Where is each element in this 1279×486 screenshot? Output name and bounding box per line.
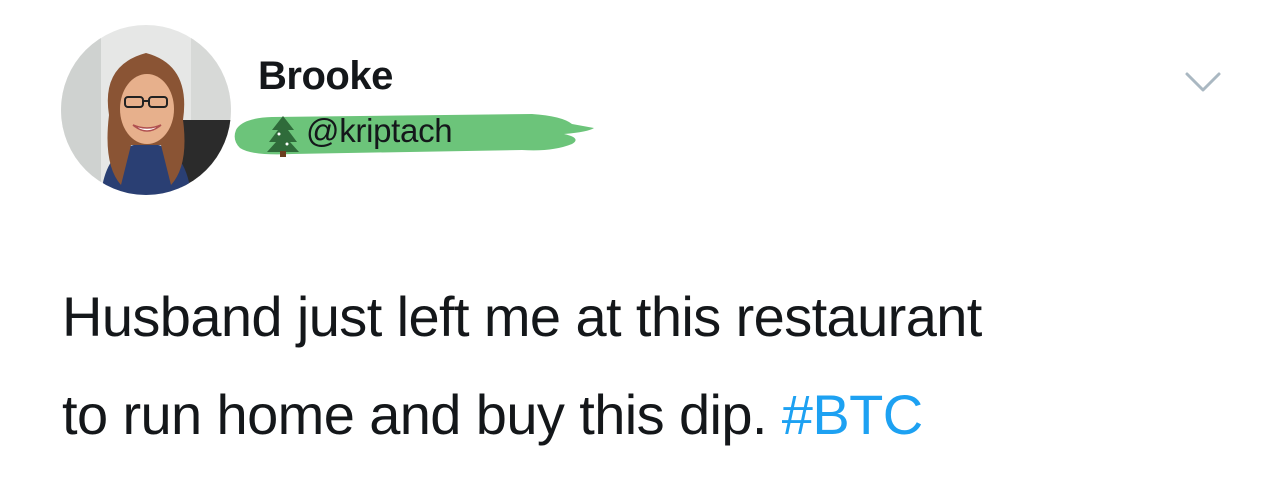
avatar[interactable]	[61, 25, 231, 195]
display-name[interactable]: Brooke	[258, 54, 393, 99]
chevron-down-icon[interactable]	[1184, 70, 1222, 94]
christmas-tree-icon	[267, 116, 299, 157]
handle-badge: @kriptach	[232, 108, 597, 160]
tweet-text-line-2: to run home and buy this dip. #BTC	[62, 366, 1242, 464]
hashtag-link[interactable]: #BTC	[782, 383, 923, 446]
handle[interactable]: @kriptach	[306, 112, 453, 150]
tweet-text: Husband just left me at this restaurant …	[62, 268, 1242, 464]
tweet-text-line-1: Husband just left me at this restaurant	[62, 285, 982, 348]
tweet-text-line-2-body: to run home and buy this dip.	[62, 383, 782, 446]
tweet-card: Brooke @kriptach Husband just left me at…	[0, 0, 1279, 486]
